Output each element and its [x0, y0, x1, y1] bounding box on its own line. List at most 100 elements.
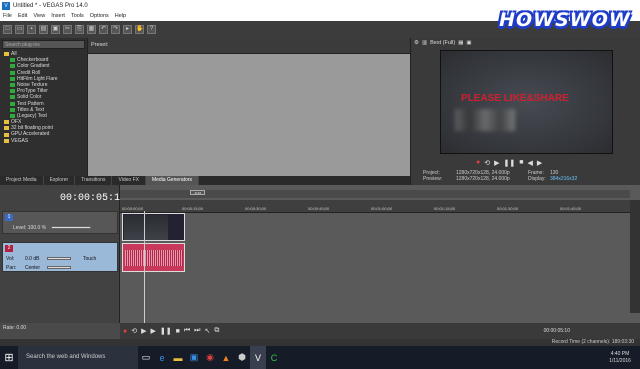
preview-settings-icon[interactable]: ⚙ — [414, 40, 419, 46]
volume-value: 0.0 dB — [25, 256, 40, 262]
touch-mode[interactable]: Touch — [83, 256, 96, 262]
window-title: Untitled * - VEGAS Pro 14.0 — [13, 2, 88, 9]
preview-info: Project: 1280x720x128, 24.000p Frame: 13… — [423, 170, 578, 182]
plugin-icon — [10, 58, 15, 63]
record-icon[interactable]: ● — [476, 159, 480, 167]
snap-icon[interactable]: ⧉ — [214, 327, 219, 335]
go-to-start-icon[interactable]: ⏮ — [184, 327, 190, 335]
menu-help[interactable]: Help — [115, 13, 126, 19]
menu-edit[interactable]: Edit — [18, 13, 27, 19]
pause-icon[interactable]: ❚❚ — [160, 327, 172, 335]
pause-icon[interactable]: ❚❚ — [504, 159, 516, 167]
render-icon[interactable]: ▣ — [51, 25, 60, 34]
clip-thumbnail — [124, 215, 168, 240]
playhead[interactable] — [144, 211, 145, 323]
volume-slider[interactable] — [47, 257, 71, 260]
preview-quality-select[interactable]: Best (Full) — [430, 40, 455, 46]
store-icon[interactable]: ▣ — [186, 346, 202, 369]
tree-item-vegas[interactable]: VEGAS — [4, 138, 87, 144]
go-to-end-icon[interactable]: ⏭ — [194, 327, 200, 335]
howswow-logo: HOWSWOW — [499, 9, 631, 31]
track-level-label: Level: 100.0 % — [13, 225, 47, 231]
folder-icon — [4, 120, 9, 125]
overlay-icon[interactable]: ▦ — [458, 40, 463, 46]
edit-tool-icon[interactable]: ↖ — [204, 327, 210, 335]
record-icon[interactable]: ● — [123, 328, 127, 335]
snapshot-icon[interactable]: ▣ — [466, 40, 471, 46]
loop-icon[interactable]: ⟲ — [484, 159, 490, 167]
split-screen-icon[interactable]: ▥ — [422, 40, 427, 46]
track-number: 1 — [5, 214, 13, 221]
vlc-icon[interactable]: ▲ — [218, 346, 234, 369]
timecode-display: 00:00:05:10 — [60, 193, 127, 204]
folder-icon — [4, 126, 9, 131]
paste-icon[interactable]: ▦ — [87, 25, 96, 34]
help-icon[interactable]: ? — [147, 25, 156, 34]
plugin-search-input[interactable]: Search plug-ins — [2, 40, 85, 49]
vegas-app-icon: V — [2, 1, 10, 10]
preview-toolbar: ⚙ ▥ Best (Full) ▦ ▣ — [411, 38, 640, 48]
menu-tools[interactable]: Tools — [71, 13, 84, 19]
time-ruler[interactable]: 00:00:00;00 00:00:15;00 00:00:30;00 00:0… — [120, 200, 630, 213]
preset-panel: Preset: — [88, 38, 410, 176]
tab-media-generators[interactable]: Media Generators — [145, 176, 199, 185]
video-motion-blur — [455, 109, 515, 131]
file-explorer-icon[interactable]: ▬ — [170, 346, 186, 369]
undo-icon[interactable]: ↶ — [99, 25, 108, 34]
new-icon[interactable]: □ — [3, 25, 12, 34]
rate-display: Rate: 0.00 — [3, 325, 27, 331]
edge-icon[interactable]: e — [154, 346, 170, 369]
play-icon[interactable]: ▶ — [151, 327, 156, 335]
taskbar-search[interactable]: Search the web and Windows — [18, 346, 138, 369]
tab-project-media[interactable]: Project Media — [0, 176, 44, 185]
open-icon[interactable]: ▭ — [15, 25, 24, 34]
copy-icon[interactable]: ⎘ — [75, 25, 84, 34]
plugin-browser: Search plug-ins All Checkerboard Color G… — [0, 38, 88, 176]
plugin-icon — [10, 89, 15, 94]
audio-track-header[interactable]: 2 Vol: 0.0 dB Touch Pan: Center — [2, 242, 118, 272]
properties-icon[interactable]: ▤ — [39, 25, 48, 34]
menu-options[interactable]: Options — [90, 13, 109, 19]
play-icon[interactable]: ▶ — [494, 159, 499, 167]
system-clock[interactable]: 4:40 PM 1/11/2016 — [600, 351, 640, 365]
edit-tool-icon[interactable]: ▸ — [123, 25, 132, 34]
audio-clip[interactable] — [122, 243, 185, 272]
level-slider[interactable] — [51, 226, 91, 229]
app-icon[interactable]: ⬢ — [234, 346, 250, 369]
windows-taskbar: ⊞ Search the web and Windows ▭ e ▬ ▣ ◉ ▲… — [0, 346, 640, 369]
folder-icon — [4, 138, 9, 143]
timeline-area[interactable]: -5:13 00:00:00;00 00:00:15;00 00:00:30;0… — [120, 185, 640, 323]
tab-transitions[interactable]: Transitions — [75, 176, 113, 185]
video-clip[interactable] — [122, 213, 185, 241]
transport-bar: ● ⟲ ▶ ▶ ❚❚ ■ ⏮ ⏭ ↖ ⧉ 00:00:05:10 — [120, 323, 640, 339]
save-icon[interactable]: ▪ — [27, 25, 36, 34]
envelope-tool-icon[interactable]: ✋ — [135, 25, 144, 34]
pan-slider[interactable] — [47, 266, 71, 269]
menu-file[interactable]: File — [3, 13, 12, 19]
prev-frame-icon[interactable]: ◀ — [527, 159, 532, 167]
redo-icon[interactable]: ↷ — [111, 25, 120, 34]
stop-icon[interactable]: ■ — [519, 159, 523, 167]
loop-icon[interactable]: ⟲ — [131, 327, 137, 335]
chrome-icon[interactable]: ◉ — [202, 346, 218, 369]
vegas-taskbar-icon[interactable]: V — [250, 346, 266, 369]
timeline-vertical-scrollbar[interactable] — [630, 200, 640, 313]
stop-icon[interactable]: ■ — [176, 328, 180, 335]
window-docking-tabs: Project Media Explorer Transitions Video… — [0, 176, 410, 185]
plugin-icon — [10, 101, 15, 106]
cut-icon[interactable]: ✂ — [63, 25, 72, 34]
camtasia-icon[interactable]: C — [266, 346, 282, 369]
next-frame-icon[interactable]: ▶ — [537, 159, 542, 167]
video-track-header[interactable]: 1 Level: 100.0 % — [2, 211, 118, 234]
tab-explorer[interactable]: Explorer — [44, 176, 76, 185]
menu-view[interactable]: View — [33, 13, 45, 19]
tab-video-fx[interactable]: Video FX — [112, 176, 146, 185]
menu-insert[interactable]: Insert — [51, 13, 65, 19]
time-marker[interactable]: -5:13 — [190, 190, 205, 195]
plugin-icon — [10, 113, 15, 118]
preset-list[interactable] — [88, 53, 410, 176]
play-from-start-icon[interactable]: ▶ — [141, 327, 146, 335]
task-view-icon[interactable]: ▭ — [138, 346, 154, 369]
windows-start-icon[interactable]: ⊞ — [0, 346, 18, 369]
pan-value: Center — [25, 265, 41, 271]
